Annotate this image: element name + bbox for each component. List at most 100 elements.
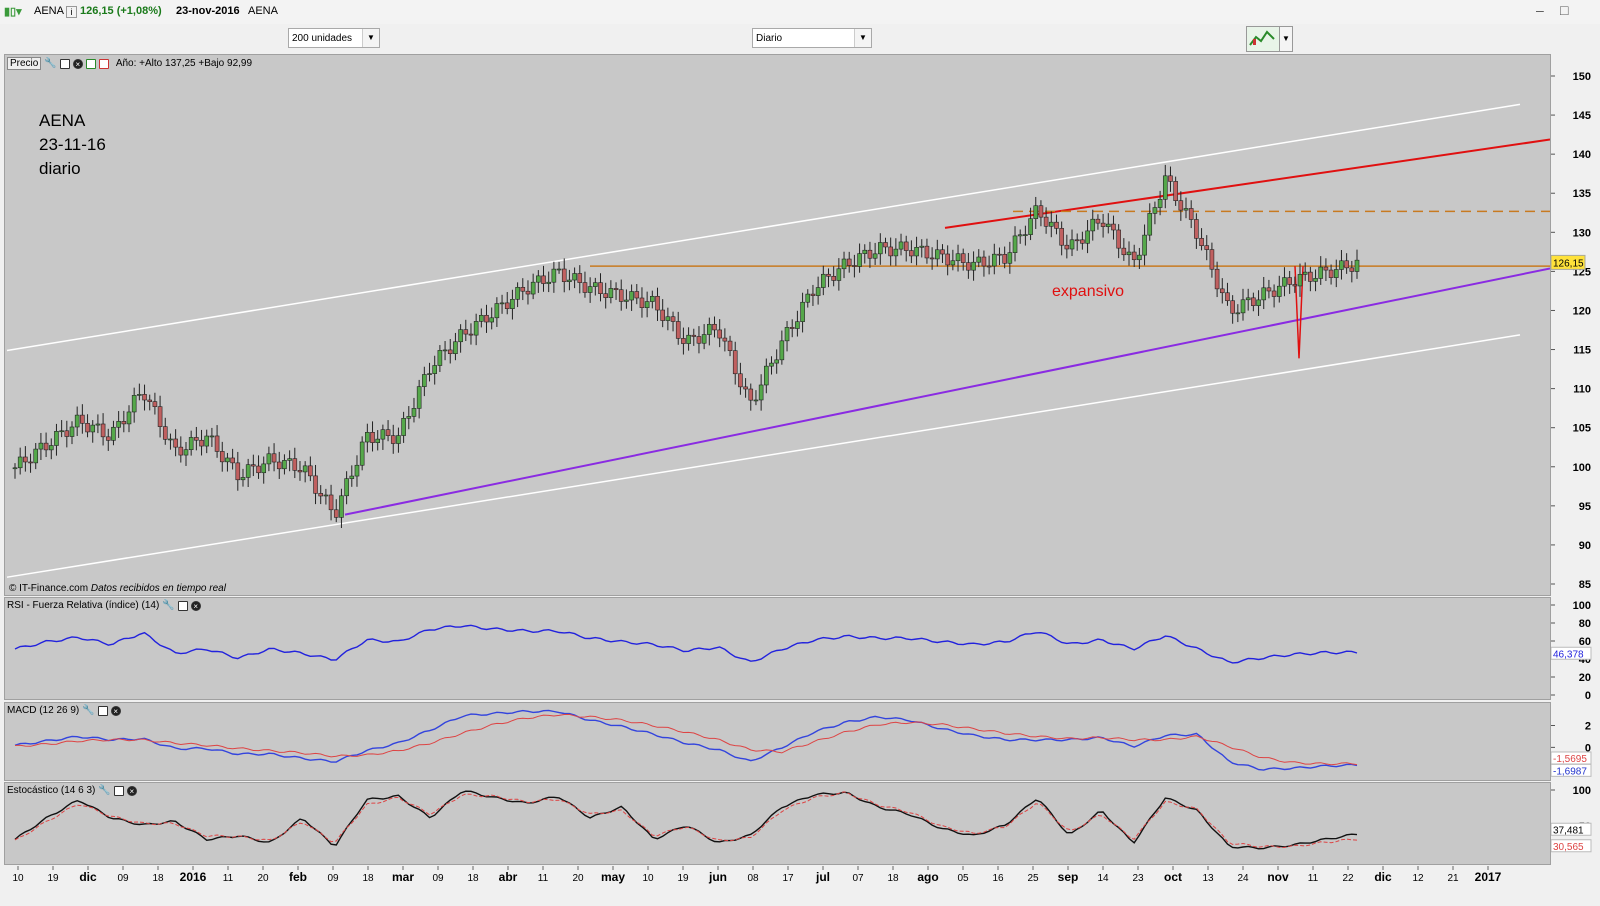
close-icon[interactable]: ×	[126, 785, 137, 796]
candle-body	[810, 293, 816, 296]
x-tick-label: may	[601, 870, 625, 884]
candle	[80, 404, 85, 434]
window-icon[interactable]	[113, 785, 124, 796]
candle-body	[1043, 216, 1049, 227]
candle-body	[427, 373, 432, 375]
maximize-icon[interactable]: □	[1560, 2, 1568, 18]
candle	[732, 341, 738, 385]
period-select[interactable]: Diario ▼	[752, 28, 872, 48]
units-select[interactable]: 200 unidades ▼	[288, 28, 380, 48]
price-tick-label: 95	[1579, 501, 1591, 513]
candle	[287, 450, 292, 472]
candle-body	[1121, 247, 1127, 256]
rsi-series-line-0	[14, 624, 1358, 664]
indicators-button[interactable]	[1246, 26, 1280, 52]
candle-body	[370, 432, 375, 443]
wrench-icon[interactable]: 🔧	[44, 58, 56, 69]
candle-body	[74, 414, 80, 428]
info-icon[interactable]: i	[66, 6, 77, 18]
candle-body	[872, 253, 878, 259]
close-icon[interactable]: ×	[110, 705, 121, 716]
candle	[137, 383, 142, 401]
candle-body	[1183, 208, 1189, 211]
candle	[836, 258, 842, 291]
candle-body	[1012, 235, 1018, 253]
candle	[1240, 288, 1246, 321]
candle-body	[401, 418, 406, 436]
candle-body	[80, 414, 85, 424]
candle-body	[1302, 271, 1308, 275]
x-tick-label: 21	[1447, 873, 1459, 884]
x-axis: 10 19 dic 09 18 2016 11 20 feb 09 18 mar 09 18 abr 11 20…	[0, 866, 1600, 903]
stoch-chart[interactable]	[5, 783, 1550, 864]
candle-body	[1048, 221, 1054, 227]
candle	[240, 468, 246, 487]
candle	[1178, 191, 1184, 221]
candle-body	[126, 411, 132, 425]
candle-body	[572, 273, 577, 281]
candle-body	[831, 275, 836, 281]
candle	[1168, 166, 1173, 192]
candle-body	[769, 362, 774, 367]
minimize-icon[interactable]: –	[1536, 2, 1544, 18]
wrench-icon[interactable]: 🔧	[162, 600, 174, 611]
candle-body	[1085, 230, 1090, 244]
candle-body	[670, 316, 676, 322]
candle-body	[888, 246, 893, 257]
price-tick-label: 105	[1573, 423, 1591, 435]
candle-body	[1256, 299, 1261, 306]
candle-body	[603, 293, 608, 298]
price-chart[interactable]	[5, 55, 1550, 595]
candle	[644, 291, 650, 318]
candle	[157, 395, 163, 438]
indicators-dropdown[interactable]: ▼	[1279, 26, 1293, 52]
candle-body	[618, 289, 624, 302]
x-tick-label: 09	[327, 873, 339, 884]
candle-body	[1297, 274, 1303, 287]
candle	[769, 356, 774, 375]
candle	[1219, 278, 1225, 304]
candle	[603, 282, 608, 309]
candle	[178, 436, 184, 463]
candle-body	[1059, 228, 1064, 246]
x-tick-label: 11	[1308, 873, 1319, 884]
window-icon[interactable]	[177, 600, 188, 611]
candle	[598, 273, 603, 302]
candle	[12, 463, 18, 479]
candle-body	[131, 395, 137, 413]
close-icon[interactable]: ×	[190, 600, 201, 611]
candle-body	[738, 373, 743, 388]
close-icon[interactable]: ×	[72, 58, 83, 69]
candle-body	[686, 334, 691, 344]
candle	[339, 488, 344, 529]
candle	[1323, 258, 1329, 282]
candle-body	[727, 340, 733, 351]
candle-body	[458, 329, 463, 343]
wrench-icon[interactable]: 🔧	[82, 705, 94, 716]
candle-body	[1349, 267, 1355, 272]
chart-app-icon[interactable]: ▮▯▾	[4, 5, 22, 18]
delete-icon[interactable]	[98, 58, 109, 69]
candle	[1204, 235, 1210, 261]
candle-body	[245, 464, 251, 478]
candle	[23, 446, 28, 472]
window-icon[interactable]	[59, 58, 70, 69]
candle	[1059, 221, 1064, 256]
candle-body	[199, 439, 204, 447]
candle	[64, 420, 70, 448]
macd-chart[interactable]	[5, 703, 1550, 780]
candle-body	[1266, 287, 1272, 292]
candle	[328, 484, 334, 521]
stoch-y-axis: 1005037,48130,565	[1550, 782, 1600, 865]
wrench-icon[interactable]: 🔧	[98, 785, 110, 796]
price-label[interactable]: Precio	[7, 57, 42, 70]
window-icon[interactable]	[97, 705, 108, 716]
candle	[960, 248, 966, 271]
export-icon[interactable]	[85, 58, 96, 69]
candle-body	[971, 261, 976, 271]
candle	[779, 330, 785, 365]
candle	[846, 251, 852, 273]
last-price-label: 126,15	[1553, 258, 1584, 269]
rsi-chart[interactable]	[5, 598, 1550, 699]
candle	[1245, 288, 1251, 311]
